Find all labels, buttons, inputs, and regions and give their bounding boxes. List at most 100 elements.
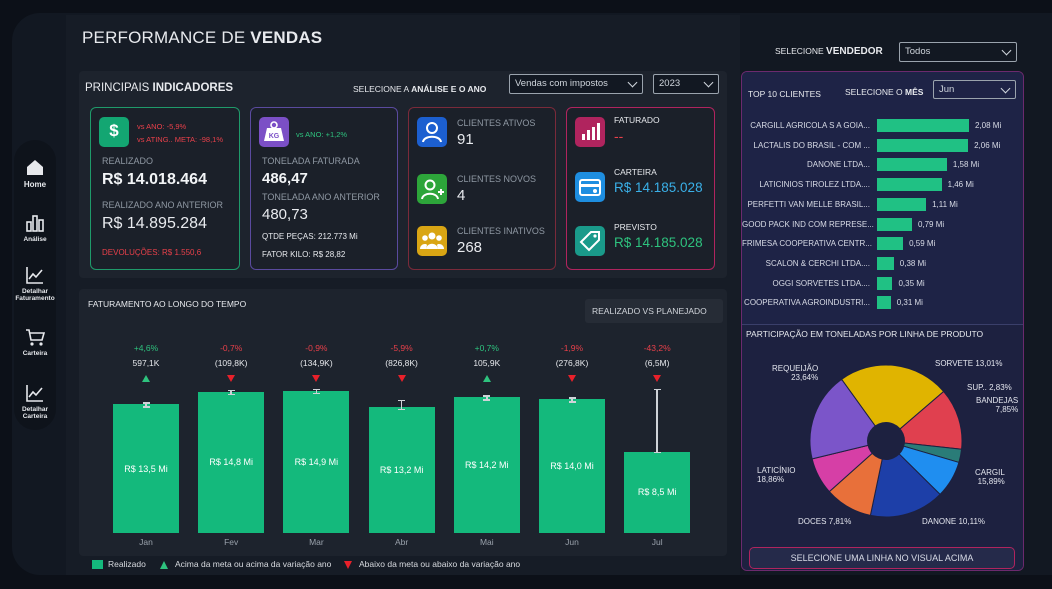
sidebar: Home Análise Detalhar Faturamento Cartei… [14,140,56,430]
new-clients-label: CLIENTES NOVOS [457,174,537,184]
user-icon [417,117,447,147]
error-bar-cap [653,451,661,454]
delta-value: (109,8K) [214,358,248,368]
select-line-button-label: SELECIONE UMA LINHA NO VISUAL ACIMA [790,553,974,563]
error-bar-cap [653,388,661,391]
pie-label-doces: DOCES 7,81% [798,517,851,526]
billing-chart-title: FATURAMENTO AO LONGO DO TEMPO [88,299,247,309]
sidebar-item-label: Detalhar Carteira [21,406,48,421]
inactive-clients-value: 268 [457,239,483,256]
line-chart-icon [26,267,43,284]
billed-label: FATURADO [614,115,660,125]
select-line-button[interactable]: SELECIONE UMA LINHA NO VISUAL ACIMA [749,547,1015,569]
delta-value: (134,9K) [300,358,333,368]
pie-label-name: DANONE [922,517,957,526]
pie-label-value: 7,81% [828,517,852,526]
chevron-down-icon [703,77,714,88]
pie-label-sorvete: SORVETE 13,01% [935,359,1002,368]
month-label: Jun [565,537,579,547]
delta-percent: -43,2% [643,343,671,353]
month-select[interactable]: Jun [933,80,1016,99]
seller-select-value: Todos [905,46,931,57]
pie-label-value: 18,86% [757,475,785,485]
pie-label-name: SORVETE [935,359,974,368]
pie-label-value: 23,64% [791,373,819,383]
vs-target-value: vs ATING.. META: -98,1% [137,135,223,144]
pie-label-value: 13,01% [975,359,1003,368]
sidebar-item-carteira[interactable]: Carteira [14,326,56,357]
bar-data-label: R$ 14,0 Mi [550,461,594,472]
error-bar-cap [312,388,320,391]
pie-label-name: CARGIL [975,468,1005,477]
error-bar-cap [227,393,235,396]
down-triangle-icon [312,375,321,382]
pie-label-danone: DANONE 10,11% [922,517,985,526]
realized-vs-planned-label: REALIZADO VS PLANEJADO [592,306,707,316]
analysis-select-value: Vendas com impostos [515,78,608,89]
bar-data-label: R$ 13,2 Mi [379,464,424,475]
delta-value: (6,5M) [644,358,670,368]
analysis-select[interactable]: Vendas com impostos [509,74,643,94]
home-icon [27,160,43,175]
previous-year-label: REALIZADO ANO ANTERIOR [102,200,224,210]
client-name: FRIMESA COOPERATIVA CENTR... [742,239,872,249]
indicators-title-plain: PRINCIPAIS [85,82,153,94]
month-label: Jul [651,537,663,547]
client-name: CARGILL AGRICOLA S A GOIA... [750,121,870,130]
indicators-title-bold: INDICADORES [152,82,234,94]
delta-percent: -1,9% [560,343,584,353]
realized-label: REALIZADO [102,156,154,166]
client-bar [877,119,969,132]
sidebar-item-analise[interactable]: Análise [14,212,56,243]
month-label: Fev [224,537,239,547]
sidebar-item-detalhar-carteira[interactable]: Detalhar Carteira [14,382,56,421]
chevron-down-icon [1001,45,1012,56]
error-bar-cap [227,389,235,392]
pie-label-value: 15,89% [977,477,1005,487]
sidebar-item-detalhar-faturamento[interactable]: Detalhar Faturamento [14,264,56,303]
client-bar [877,138,969,152]
sidebar-item-home[interactable]: Home [14,156,56,189]
forecast-value: R$ 14.185.028 [614,235,703,250]
error-bar-cap [483,395,491,397]
kpi-card-tonnage: KG vs ANO: +1,2% TONELADA FATURADA 486,4… [250,107,398,270]
delta-percent: -0,7% [220,343,243,353]
legend-down-triangle-icon [344,561,352,569]
delta-value: 597,1K [132,358,160,368]
sidebar-item-label: Carteira [22,350,48,357]
tonnage-billed-label: TONELADA FATURADA [262,156,360,166]
up-triangle-icon [482,375,491,382]
new-clients-value: 4 [457,187,466,204]
bar-data-label: R$ 14,9 Mi [294,456,339,467]
delta-value: 105,9K [473,358,501,368]
add-user-icon [417,174,447,204]
billed-value: -- [614,128,624,144]
sidebar-item-label: Detalhar Faturamento [15,288,55,303]
tonnage-previous-value: 480,73 [262,206,308,223]
client-name: LACTALIS DO BRASIL - COM ... [753,140,870,150]
year-select-value: 2023 [659,78,681,89]
legend-below-target: Abaixo da meta ou abaixo da variação ano [359,559,521,569]
bar-data-label: R$ 14,2 Mi [465,460,509,471]
product-line-title: PARTICIPAÇÃO EM TONELADAS POR LINHA DE P… [746,329,984,339]
year-select[interactable]: 2023 [653,74,719,94]
bar-data-label: R$ 8,5 Mi [637,487,677,498]
pie-label-name: LATICÍNIO [757,466,796,475]
donut-hole [867,422,905,460]
client-bar [877,276,893,290]
client-name: OGGI SORVETES LTDA.... [772,278,870,288]
active-clients-value: 91 [457,131,474,148]
error-bar-cap [312,392,320,395]
client-name: SCALON & CERCHI LTDA.... [765,258,870,268]
line-chart-icon [26,385,43,402]
legend-swatch-realized [92,560,103,569]
month-label-bold: MÊS [905,87,924,97]
seller-select[interactable]: Todos [899,42,1017,62]
client-bar [877,237,904,251]
month-label: Mar [309,537,324,547]
tonnage-billed-value: 486,47 [262,170,308,187]
realized-vs-planned-button[interactable]: REALIZADO VS PLANEJADO [585,299,723,323]
legend-up-triangle-icon [160,561,168,569]
client-bar [877,217,912,231]
seller-label-plain: SELECIONE [775,46,827,56]
